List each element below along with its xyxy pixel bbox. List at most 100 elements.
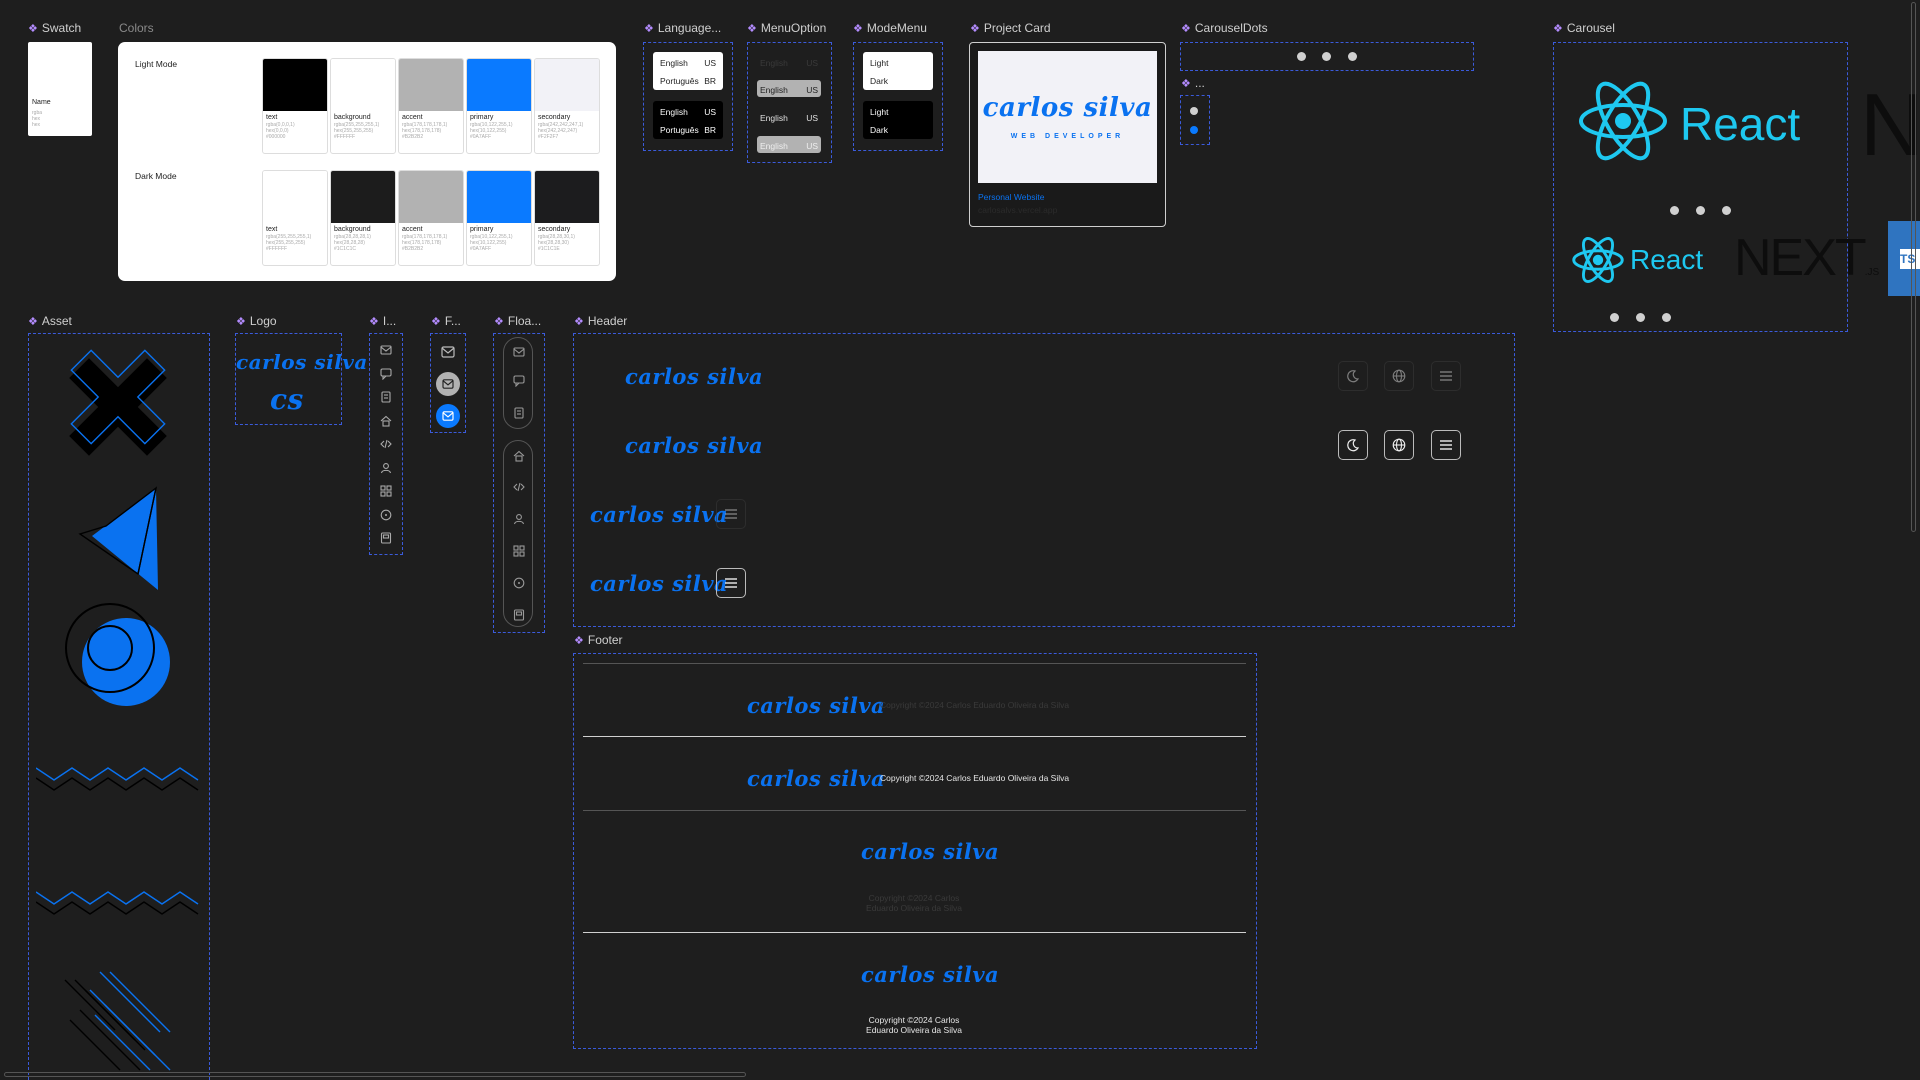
grid-icon[interactable] — [513, 545, 525, 557]
frame-label-swatch[interactable]: ❖ Swatch — [28, 21, 81, 35]
frame-label-carousel-dots[interactable]: ❖ CarouselDots — [1181, 21, 1268, 35]
frame-label-header[interactable]: ❖ Header — [574, 314, 627, 328]
project-card-title[interactable]: Personal Website — [978, 192, 1044, 202]
carousel-dot[interactable] — [1322, 52, 1331, 61]
mail-icon[interactable] — [380, 344, 392, 356]
frame-label-dots-small[interactable]: ❖... — [1181, 76, 1205, 90]
user-icon[interactable] — [513, 513, 525, 525]
dot-inactive[interactable] — [1190, 107, 1198, 115]
carousel-dot[interactable] — [1636, 313, 1645, 322]
frame-label-logo[interactable]: ❖ Logo — [236, 314, 277, 328]
header-logo[interactable]: carlos silva — [625, 364, 763, 389]
frame-label-carousel[interactable]: ❖ Carousel — [1553, 21, 1615, 35]
colors-panel[interactable]: Light Mode Dark Mode text rgba(0,0,0,1) he… — [118, 42, 616, 281]
color-swatch-text[interactable]: text rgba(255,255,255,1) hex(255,255,255) #… — [262, 170, 328, 266]
mode-option-light[interactable]: Light — [863, 54, 933, 72]
frame-label-footer[interactable]: ❖ Footer — [574, 633, 623, 647]
carousel-dot[interactable] — [1670, 206, 1679, 215]
color-swatch-background[interactable]: background rgba(255,255,255,1) hex(255,255… — [330, 58, 396, 154]
color-swatch-secondary[interactable]: secondary rgba(28,28,30,1) hex(28,28,30) #1… — [534, 170, 600, 266]
message-icon[interactable] — [380, 509, 392, 521]
vertical-scrollbar[interactable] — [1911, 2, 1916, 532]
code-icon[interactable] — [513, 481, 525, 493]
carousel-dot[interactable] — [1610, 313, 1619, 322]
menu-button[interactable] — [716, 499, 746, 529]
float-mail-button-primary[interactable] — [436, 404, 460, 428]
frame-label-float-small[interactable]: ❖ F... — [431, 314, 461, 328]
chat-icon[interactable] — [513, 375, 525, 387]
language-menu-light[interactable]: English US Português BR — [653, 52, 723, 90]
theme-toggle-button[interactable] — [1338, 361, 1368, 391]
swatch-name: primary — [470, 114, 494, 121]
frame-label-floating[interactable]: ❖ Floa... — [494, 314, 541, 328]
mode-option-dark[interactable]: Dark — [863, 72, 933, 90]
carousel-dot[interactable] — [1297, 52, 1306, 61]
language-menu-dark[interactable]: English US Português BR — [653, 101, 723, 139]
theme-toggle-button[interactable] — [1338, 430, 1368, 460]
color-swatch-text[interactable]: text rgba(0,0,0,1) hex(0,0,0) #000000 — [262, 58, 328, 154]
header-logo[interactable]: carlos silva — [625, 433, 763, 458]
float-mail-button-light[interactable] — [436, 372, 460, 396]
color-swatch-secondary[interactable]: secondary rgba(242,242,247,1) hex(242,242,… — [534, 58, 600, 154]
mode-option-dark[interactable]: Dark — [863, 121, 933, 139]
color-swatch-background[interactable]: background rgba(28,28,28,1) hex(28,28,28) #… — [330, 170, 396, 266]
menu-option-default-light[interactable]: English US — [757, 53, 821, 69]
color-swatch-accent[interactable]: accent rgba(178,178,178,1) hex(178,178,178… — [398, 58, 464, 154]
home-icon[interactable] — [513, 450, 525, 462]
mode-menu-light[interactable]: Light Dark — [863, 52, 933, 90]
frame-label-icons[interactable]: ❖ I... — [369, 314, 396, 328]
user-icon[interactable] — [380, 462, 392, 474]
card-icon[interactable] — [513, 609, 525, 621]
color-swatch-primary[interactable]: primary rgba(10,122,255,1) hex(10,122,255)… — [466, 58, 532, 154]
frame-label-menu-option[interactable]: ❖ MenuOption — [747, 21, 826, 35]
code-icon[interactable] — [380, 438, 392, 450]
header-logo[interactable]: carlos silva — [590, 571, 728, 596]
chat-icon[interactable] — [380, 367, 392, 380]
grid-icon[interactable] — [380, 485, 392, 497]
menu-option-hover-light[interactable]: English US — [757, 80, 821, 97]
frame-label-asset[interactable]: ❖ Asset — [28, 314, 72, 328]
hamburger-icon — [1440, 440, 1452, 450]
language-option-portuguese[interactable]: Português BR — [653, 72, 723, 90]
color-swatch-accent[interactable]: accent rgba(178,178,178,1) hex(178,178,178… — [398, 170, 464, 266]
horizontal-scrollbar[interactable] — [4, 1072, 746, 1077]
footer-logo[interactable]: carlos silva — [861, 962, 999, 987]
footer-logo[interactable]: carlos silva — [747, 766, 885, 791]
footer-logo[interactable]: carlos silva — [747, 693, 885, 718]
mode-menu-dark[interactable]: Light Dark — [863, 101, 933, 139]
swatch-component[interactable]: Name rgba hex hex — [28, 42, 92, 136]
language-button[interactable] — [1384, 430, 1414, 460]
mail-icon[interactable] — [513, 346, 525, 358]
language-button[interactable] — [1384, 361, 1414, 391]
project-card[interactable]: carlos silva WEB DEVELOPER Personal Webs… — [969, 42, 1166, 227]
menu-option-hover-dark[interactable]: English US — [757, 136, 821, 153]
document-icon[interactable] — [380, 391, 392, 403]
carousel-dot[interactable] — [1722, 206, 1731, 215]
floating-bar-long[interactable] — [503, 440, 533, 627]
frame-label-colors[interactable]: Colors — [119, 21, 154, 35]
document-icon[interactable] — [513, 407, 525, 419]
home-icon[interactable] — [380, 415, 392, 427]
language-option-portuguese[interactable]: Português BR — [653, 121, 723, 139]
color-swatch-primary[interactable]: primary rgba(10,122,255,1) hex(10,122,255)… — [466, 170, 532, 266]
menu-button[interactable] — [1431, 361, 1461, 391]
carousel-dot[interactable] — [1348, 52, 1357, 61]
language-option-english[interactable]: English US — [653, 103, 723, 121]
header-logo[interactable]: carlos silva — [590, 502, 728, 527]
card-icon[interactable] — [380, 532, 392, 544]
language-option-english[interactable]: English US — [653, 54, 723, 72]
carousel-dot[interactable] — [1662, 313, 1671, 322]
project-card-url[interactable]: carlosalvs.vercel.app — [978, 205, 1057, 215]
menu-button[interactable] — [1431, 430, 1461, 460]
menu-button[interactable] — [716, 568, 746, 598]
menu-option-default-dark[interactable]: English US — [757, 108, 821, 125]
frame-label-mode-menu[interactable]: ❖ ModeMenu — [853, 21, 927, 35]
frame-label-language[interactable]: ❖ Language... — [644, 21, 721, 35]
frame-label-project-card[interactable]: ❖ Project Card — [970, 21, 1051, 35]
footer-logo[interactable]: carlos silva — [861, 839, 999, 864]
carousel-dot[interactable] — [1696, 206, 1705, 215]
message-icon[interactable] — [513, 577, 525, 589]
mode-option-light[interactable]: Light — [863, 103, 933, 121]
mail-icon[interactable] — [441, 346, 455, 358]
dot-active[interactable] — [1190, 126, 1198, 134]
